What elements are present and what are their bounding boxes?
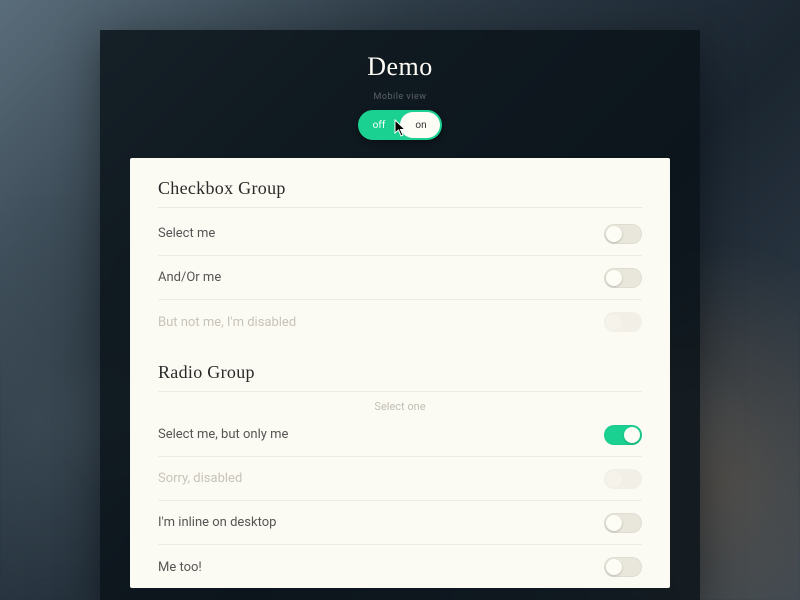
mobile-view-toggle[interactable]: off on	[358, 110, 442, 140]
checkbox-row: But not me, I'm disabled	[158, 300, 642, 344]
radio-row: I'm inline on desktop	[158, 501, 642, 545]
switch-knob	[624, 427, 640, 443]
switch-knob	[606, 226, 622, 242]
switch-knob	[606, 559, 622, 575]
checkbox-row: And/Or me	[158, 256, 642, 300]
toggle-on-label: on	[400, 120, 442, 131]
radio-label: I'm inline on desktop	[158, 515, 276, 530]
switch-knob	[606, 314, 622, 330]
radio-label: Select me, but only me	[158, 427, 288, 442]
checkbox-switch[interactable]	[604, 224, 642, 244]
radio-group-caption: Select one	[158, 391, 642, 413]
divider	[158, 207, 642, 208]
demo-panel: Demo Mobile view off on Checkbox Group S…	[100, 30, 700, 600]
checkbox-label: But not me, I'm disabled	[158, 315, 296, 330]
switch-knob	[606, 270, 622, 286]
form-card: Checkbox Group Select me And/Or me But n…	[130, 158, 670, 588]
page-title: Demo	[100, 30, 700, 82]
radio-label: Me too!	[158, 560, 202, 575]
mobile-view-label: Mobile view	[100, 92, 700, 102]
checkbox-switch[interactable]	[604, 268, 642, 288]
desktop-background: Demo Mobile view off on Checkbox Group S…	[0, 0, 800, 600]
radio-row: Sorry, disabled	[158, 457, 642, 501]
radio-row: Select me, but only me	[158, 413, 642, 457]
checkbox-row: Select me	[158, 212, 642, 256]
checkbox-switch	[604, 312, 642, 332]
radio-label: Sorry, disabled	[158, 471, 242, 486]
radio-switch[interactable]	[604, 425, 642, 445]
radio-row: Me too!	[158, 545, 642, 589]
radio-switch[interactable]	[604, 513, 642, 533]
radio-switch	[604, 469, 642, 489]
radio-group-title: Radio Group	[158, 362, 642, 383]
checkbox-label: Select me	[158, 226, 215, 241]
toggle-off-label: off	[358, 120, 400, 131]
checkbox-group-title: Checkbox Group	[158, 178, 642, 199]
checkbox-label: And/Or me	[158, 270, 221, 285]
radio-switch[interactable]	[604, 557, 642, 577]
switch-knob	[606, 471, 622, 487]
switch-knob	[606, 515, 622, 531]
